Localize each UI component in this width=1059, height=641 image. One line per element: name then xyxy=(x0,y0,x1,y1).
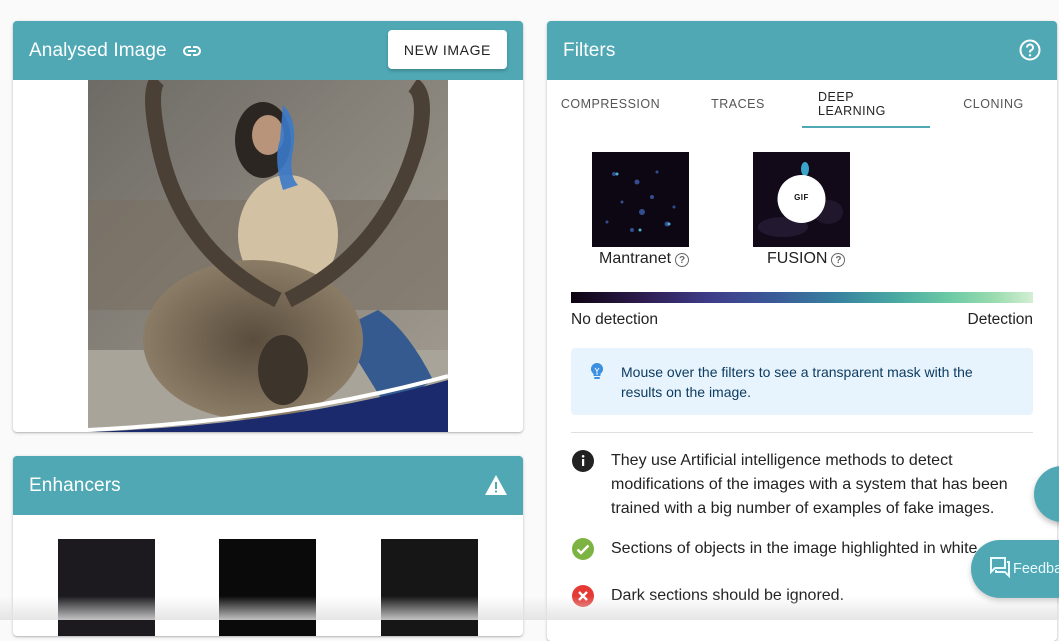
enhancers-title: Enhancers xyxy=(29,474,121,496)
fusion-name: FUSION xyxy=(767,250,828,267)
feedback-icon xyxy=(989,556,1011,582)
link-icon[interactable] xyxy=(181,40,203,62)
warning-icon[interactable] xyxy=(485,475,507,500)
colorbar-min-label: No detection xyxy=(571,311,659,328)
analysed-image-header: Analysed Image NEW IMAGE xyxy=(13,21,523,80)
new-image-button[interactable]: NEW IMAGE xyxy=(387,30,507,69)
fusion-result-thumb[interactable]: GIF xyxy=(753,152,850,247)
tip-alert: Mouse over the filters to see a transpar… xyxy=(571,348,1033,415)
info-icon xyxy=(571,449,595,473)
legend-item-check: Sections of objects in the image highlig… xyxy=(571,537,1031,561)
tab-traces[interactable]: TRACES xyxy=(674,80,802,128)
legend-item-cancel: Dark sections should be ignored. xyxy=(571,584,1031,608)
mantranet-help-icon[interactable]: ? xyxy=(675,253,690,267)
legend-item-info: They use Artificial intelligence methods… xyxy=(571,449,1031,521)
legend-info-text: They use Artificial intelligence methods… xyxy=(611,452,1008,517)
cancel-circle-icon xyxy=(571,584,595,608)
enhancer-thumb-3[interactable] xyxy=(381,539,478,636)
enhancers-card: Enhancers xyxy=(13,456,523,636)
mantranet-label: Mantranet ? xyxy=(599,250,690,268)
help-circle-icon[interactable] xyxy=(1019,39,1041,66)
enhancers-header: Enhancers xyxy=(13,456,523,515)
legend-cancel-text: Dark sections should be ignored. xyxy=(611,587,845,604)
divider xyxy=(571,432,1033,433)
mantranet-name: Mantranet xyxy=(599,250,672,267)
analysed-image-card: Analysed Image NEW IMAGE xyxy=(13,21,523,432)
enhancer-thumb-1[interactable] xyxy=(58,539,155,636)
tab-compression[interactable]: COMPRESSION xyxy=(547,80,674,128)
analysed-image-title: Analysed Image xyxy=(29,39,167,61)
enhancer-thumb-2[interactable] xyxy=(219,539,316,636)
check-circle-icon xyxy=(571,537,595,561)
feedback-button[interactable]: Feedback xyxy=(971,540,1059,598)
legend-check-text: Sections of objects in the image highlig… xyxy=(611,540,982,557)
feedback-label: Feedback xyxy=(1013,561,1059,577)
lightbulb-icon xyxy=(590,362,604,386)
tip-text: Mouse over the filters to see a transpar… xyxy=(621,364,973,400)
filters-header: Filters xyxy=(547,21,1057,80)
detection-colorbar xyxy=(571,292,1033,303)
filter-tabs: COMPRESSION TRACES DEEP LEARNING CLONING xyxy=(547,80,1057,128)
analysed-photo xyxy=(88,80,448,432)
fusion-help-icon[interactable]: ? xyxy=(831,253,846,267)
fusion-label: FUSION ? xyxy=(767,250,846,268)
tab-deep-learning[interactable]: DEEP LEARNING xyxy=(802,80,930,128)
colorbar-max-label: Detection xyxy=(967,311,1033,328)
gif-badge: GIF xyxy=(794,193,809,202)
active-tab-indicator xyxy=(802,126,930,128)
filters-title: Filters xyxy=(563,39,616,61)
mantranet-result-thumb[interactable] xyxy=(592,152,689,247)
tab-cloning[interactable]: CLONING xyxy=(930,80,1057,128)
